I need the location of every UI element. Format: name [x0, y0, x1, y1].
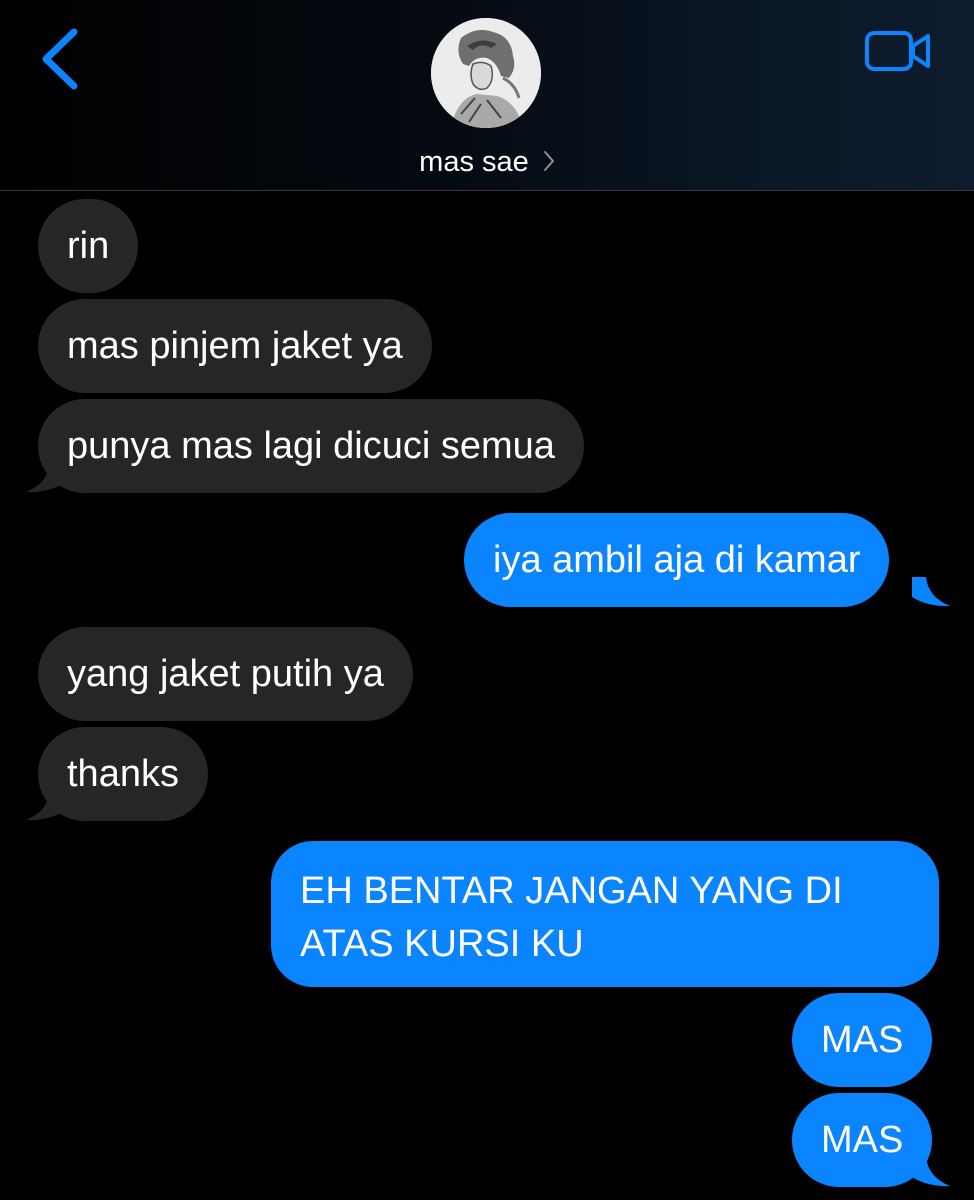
contact-avatar[interactable]: [431, 18, 541, 128]
incoming-message[interactable]: yang jaket putih ya: [38, 627, 413, 721]
contact-name-button[interactable]: mas sae: [0, 146, 974, 179]
outgoing-bubble-tail: [912, 1157, 950, 1187]
back-button[interactable]: [36, 26, 86, 92]
incoming-bubble-tail: [26, 791, 64, 821]
conversation-header: mas sae: [0, 0, 974, 191]
outgoing-bubble-tail: [912, 577, 950, 607]
outgoing-message[interactable]: EH BENTAR JANGAN YANG DI ATAS KURSI KU: [271, 841, 939, 987]
contact-name: mas sae: [419, 146, 529, 178]
chevron-right-icon: [543, 151, 554, 172]
video-camera-icon: [865, 31, 930, 71]
incoming-message[interactable]: mas pinjem jaket ya: [38, 299, 432, 393]
outgoing-message[interactable]: iya ambil aja di kamar: [464, 513, 890, 607]
video-call-button[interactable]: [864, 29, 932, 73]
outgoing-message[interactable]: MAS: [792, 993, 933, 1087]
chevron-left-icon: [42, 28, 78, 90]
incoming-message[interactable]: rin: [38, 199, 139, 293]
incoming-bubble-tail: [26, 463, 64, 493]
incoming-message[interactable]: punya mas lagi dicuci semua: [38, 399, 584, 493]
